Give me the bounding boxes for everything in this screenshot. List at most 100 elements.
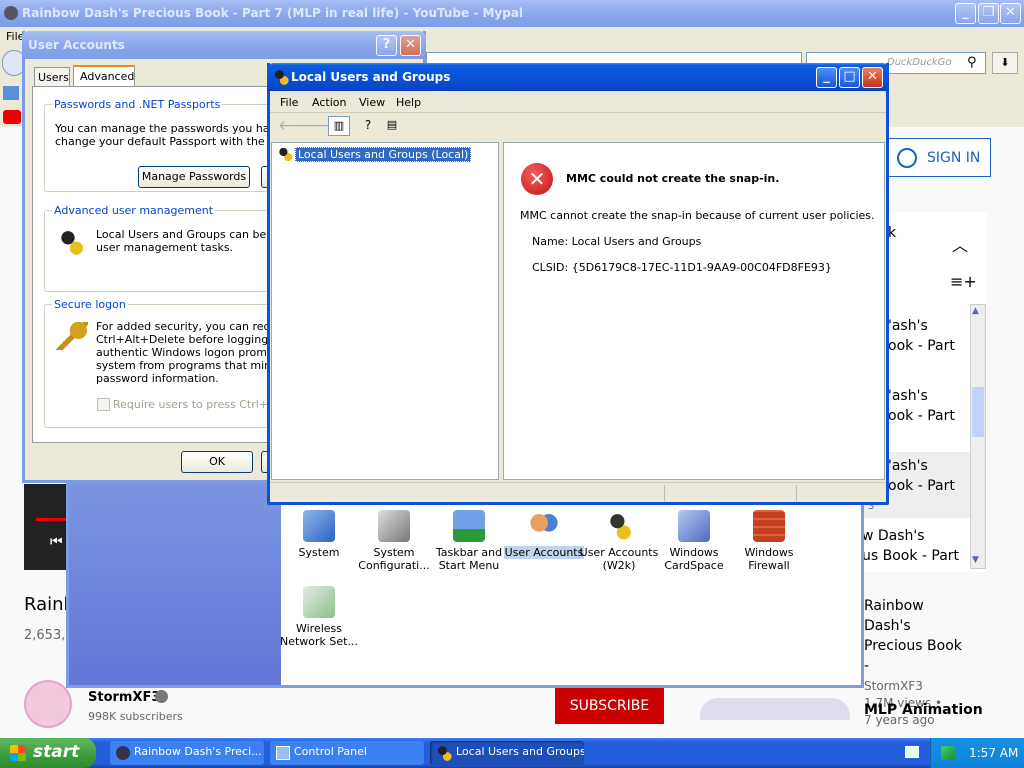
passports-group-title: Passwords and .NET Passports: [52, 98, 223, 111]
manage-passwords-button[interactable]: Manage Passwords: [138, 166, 250, 188]
mmc-task-icon: [436, 745, 452, 761]
result-pane: ✕ MMC could not create the snap-in. MMC …: [503, 142, 885, 480]
taskbar-item-mmc[interactable]: Local Users and Groups: [430, 741, 584, 765]
add-to-queue-icon[interactable]: ≡+: [950, 272, 977, 291]
wireless-icon: [303, 586, 335, 618]
scroll-up-icon[interactable]: ▲: [972, 306, 984, 318]
menu-view[interactable]: View: [359, 96, 385, 109]
browser-titlebar: Rainbow Dash's Precious Book - Part 7 (M…: [0, 0, 1024, 27]
tab-users-label: Users: [38, 71, 69, 84]
tab-users[interactable]: Users: [34, 67, 70, 86]
control-panel-item[interactable]: System Configurati...: [354, 510, 434, 572]
ok-label: OK: [209, 455, 225, 468]
minimize-icon[interactable]: _: [816, 67, 837, 88]
mmc-titlebar: Local Users and Groups _ □ ✕: [267, 63, 889, 91]
menu-help[interactable]: Help: [396, 96, 421, 109]
passports-text: You can manage the passwords you have st…: [55, 122, 267, 148]
sidebar-bookmark-icon[interactable]: [3, 86, 19, 100]
taskbar-icon: [453, 510, 485, 542]
scroll-down-icon[interactable]: ▼: [972, 555, 984, 567]
snapin-clsid: CLSID: {5D6179C8-17EC-11D1-9AA9-00C04FD8…: [532, 261, 832, 274]
ctrl-alt-del-label: Require users to press Ctrl+Alt+: [113, 398, 269, 411]
account-icon: [897, 148, 917, 168]
key-icon: [56, 322, 88, 350]
ok-button[interactable]: OK: [181, 451, 253, 473]
playlist-item[interactable]: 'ash's ook - Part: [888, 316, 955, 356]
avatar[interactable]: [24, 680, 72, 728]
taskbar-label: Local Users and Groups: [456, 745, 584, 758]
close-icon[interactable]: ✕: [862, 67, 883, 88]
download-button[interactable]: ⬇: [992, 52, 1018, 74]
windows-logo-icon: [10, 745, 26, 761]
next-title[interactable]: MLP Animation: [864, 702, 983, 718]
close-icon[interactable]: ✕: [400, 35, 421, 56]
item-label: System: [298, 546, 340, 559]
close-icon[interactable]: ✕: [1000, 3, 1021, 24]
subscribe-button[interactable]: SUBSCRIBE: [555, 688, 664, 724]
control-panel-item[interactable]: Windows Firewall: [729, 510, 809, 572]
minimize-icon[interactable]: _: [955, 3, 976, 24]
maximize-icon[interactable]: □: [839, 67, 860, 88]
system-tray: 1:57 AM: [930, 738, 1024, 768]
playlist-item[interactable]: 'ash's ook - Part: [888, 456, 955, 496]
tab-advanced[interactable]: Advanced: [73, 65, 135, 87]
help-topic-icon[interactable]: ?: [358, 116, 378, 136]
playlist-item[interactable]: 'ash's ook - Part: [888, 386, 955, 426]
item-label: System Configurati...: [358, 546, 430, 572]
control-panel-item[interactable]: System: [279, 510, 359, 559]
taskbar-item-control-panel[interactable]: Control Panel: [270, 741, 424, 765]
status-divider: [796, 485, 797, 501]
tree-pane[interactable]: Local Users and Groups (Local): [271, 142, 499, 480]
taskbar-item-browser[interactable]: Rainbow Dash's Preci...: [110, 741, 264, 765]
restore-icon[interactable]: ❐: [978, 3, 999, 24]
next-thumbnail[interactable]: [700, 698, 850, 720]
menu-action[interactable]: Action: [312, 96, 346, 109]
mmc-statusbar: [270, 482, 886, 502]
search-placeholder: DuckDuckGo: [887, 57, 952, 68]
show-tree-icon[interactable]: ▥: [328, 116, 350, 136]
adv-mgmt-group-title: Advanced user management: [52, 204, 216, 217]
tree-node-local-users[interactable]: Local Users and Groups (Local): [295, 147, 472, 162]
sign-in-button[interactable]: SIGN IN: [888, 138, 991, 177]
collapse-icon[interactable]: ︿: [952, 232, 968, 256]
start-label: start: [33, 742, 80, 762]
control-panel-item[interactable]: User Accounts (W2k): [579, 510, 659, 572]
subscriber-count: 998K subscribers: [88, 710, 183, 723]
show-action-pane-icon[interactable]: ▤: [382, 116, 402, 136]
user-accounts-icon: [528, 510, 560, 542]
taskbar-label: Rainbow Dash's Preci...: [134, 745, 262, 758]
error-title: MMC could not create the snap-in.: [566, 172, 780, 185]
item-label: Wireless Network Set...: [280, 622, 358, 648]
error-text: MMC cannot create the snap-in because of…: [520, 209, 875, 222]
progress-bar[interactable]: [36, 518, 68, 521]
youtube-favicon-icon[interactable]: [3, 110, 21, 124]
mmc-toolbar: 🡐 🡒 ▥ ? ▤: [270, 114, 886, 140]
mmc-app-icon: [273, 69, 289, 85]
scroll-thumb[interactable]: [972, 387, 984, 437]
playlist-title-partial: k: [888, 225, 897, 241]
network-icon[interactable]: [941, 746, 955, 760]
user-accounts-w2k-icon: [603, 510, 635, 542]
menu-file[interactable]: File: [280, 96, 298, 109]
item-label: User Accounts (W2k): [579, 546, 659, 572]
help-icon[interactable]: ?: [376, 35, 397, 56]
clock[interactable]: 1:57 AM: [969, 746, 1018, 760]
video-player[interactable]: ⏮: [24, 484, 68, 570]
playlist-scrollbar[interactable]: ▲ ▼: [970, 304, 986, 569]
user-accounts-titlebar: User Accounts ? ✕: [22, 31, 426, 59]
item-label: User Accounts: [504, 546, 584, 559]
ctrl-alt-del-checkbox[interactable]: [97, 398, 110, 411]
channel-name[interactable]: StormXF3: [88, 690, 160, 705]
playlist-item-title: 'ash's ook - Part: [888, 318, 955, 354]
control-panel-item[interactable]: Wireless Network Set...: [279, 586, 359, 648]
skip-back-icon[interactable]: ⏮: [50, 534, 63, 550]
subscribe-label: SUBSCRIBE: [569, 698, 650, 714]
control-panel-item[interactable]: User Accounts: [504, 510, 584, 559]
keyboard-icon[interactable]: [905, 746, 919, 758]
control-panel-item[interactable]: Windows CardSpace: [654, 510, 734, 572]
playlist-item[interactable]: w Dash's us Book - Part: [862, 526, 959, 566]
snapin-name: Name: Local Users and Groups: [532, 235, 702, 248]
local-users-icon: [56, 228, 86, 256]
control-panel-item[interactable]: Taskbar and Start Menu: [429, 510, 509, 572]
start-button[interactable]: start: [0, 738, 96, 768]
